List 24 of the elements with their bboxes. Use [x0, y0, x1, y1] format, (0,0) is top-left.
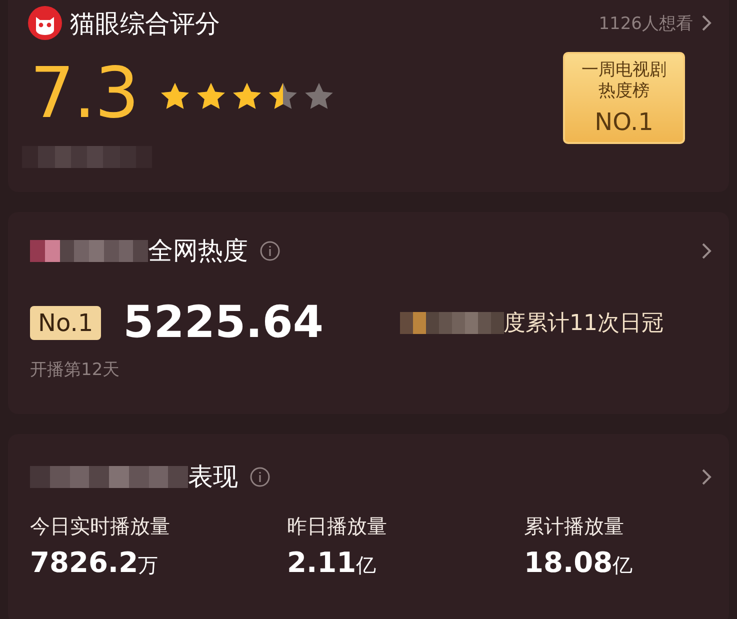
chevron-right-icon[interactable] — [701, 242, 713, 260]
info-icon[interactable] — [260, 240, 280, 260]
section-title: 表现 — [188, 461, 238, 493]
stat-value: 2.11亿 — [287, 546, 378, 579]
stat-value: 18.08亿 — [524, 546, 634, 579]
badge-text: 一周电视剧 — [582, 60, 666, 81]
badge-rank: NO.1 — [594, 108, 654, 136]
rating-score: 7.3 — [30, 58, 138, 128]
crown-note: 度累计11次日冠 — [504, 310, 664, 338]
chevron-right-icon[interactable] — [701, 468, 713, 486]
stat-label: 昨日播放量 — [287, 513, 388, 540]
airing-days: 开播第12天 — [30, 358, 713, 381]
heat-value: 5225.64 — [123, 297, 324, 348]
stat-label: 累计播放量 — [524, 513, 625, 540]
section-title: 猫眼综合评分 — [70, 8, 220, 40]
rank-badge: No.1 — [30, 306, 102, 340]
stat-value: 7826.2万 — [30, 546, 160, 579]
cat-logo-icon — [28, 6, 62, 40]
chevron-right-icon[interactable] — [701, 14, 713, 32]
section-title: 全网热度 — [148, 235, 248, 267]
stat-label: 今日实时播放量 — [30, 513, 171, 540]
want-count[interactable]: 1126人想看 — [598, 12, 693, 34]
info-icon[interactable] — [250, 466, 270, 486]
badge-text: 热度榜 — [598, 81, 650, 102]
